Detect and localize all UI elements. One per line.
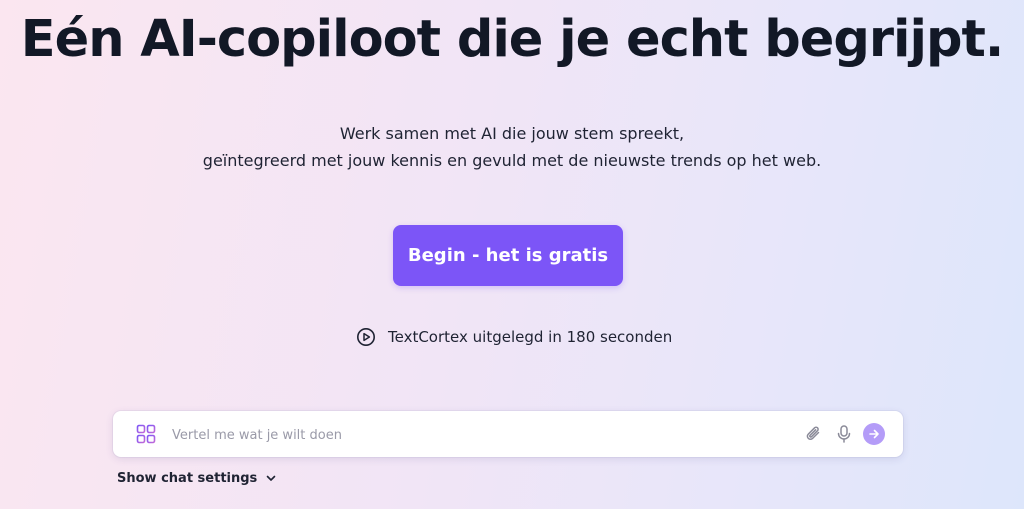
- paperclip-icon[interactable]: [804, 424, 824, 444]
- grid-icon[interactable]: [136, 424, 156, 444]
- chat-settings-label: Show chat settings: [117, 470, 258, 486]
- chat-prompt-box: [113, 411, 903, 457]
- explainer-video-link[interactable]: TextCortex uitgelegd in 180 seconden: [356, 326, 672, 348]
- play-circle-icon: [356, 327, 376, 347]
- explainer-video-label: TextCortex uitgelegd in 180 seconden: [388, 328, 673, 346]
- microphone-icon[interactable]: [835, 424, 853, 444]
- subtitle-line-2: geïntegreerd met jouw kennis en gevuld m…: [202, 151, 822, 170]
- send-button[interactable]: [863, 423, 885, 445]
- page-headline: Eén AI-copiloot die je echt begrijpt.: [20, 10, 1004, 69]
- chat-settings-toggle[interactable]: Show chat settings: [117, 468, 277, 488]
- arrow-right-icon: [868, 428, 880, 440]
- chat-input[interactable]: [170, 421, 794, 449]
- start-free-button[interactable]: Begin - het is gratis: [393, 225, 623, 286]
- chevron-down-icon: [265, 472, 277, 484]
- hero-subtitle: Werk samen met AI die jouw stem spreekt,…: [0, 120, 1024, 174]
- subtitle-line-1: Werk samen met AI die jouw stem spreekt,: [339, 124, 685, 143]
